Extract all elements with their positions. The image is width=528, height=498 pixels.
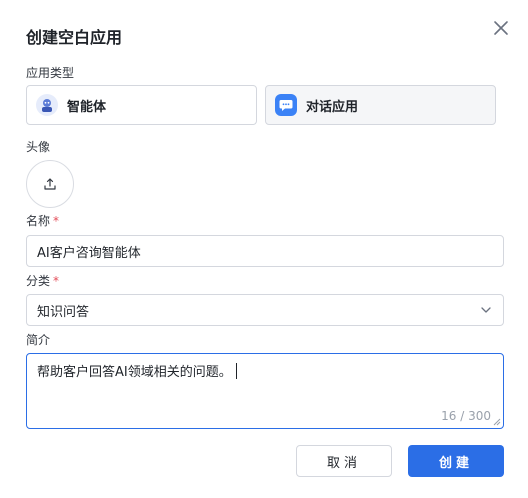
avatar-label: 头像 bbox=[26, 140, 51, 154]
robot-avatar-icon bbox=[36, 94, 58, 116]
required-mark: * bbox=[53, 214, 60, 228]
app-type-label: 应用类型 bbox=[26, 66, 75, 80]
name-input-value: AI客户咨询智能体 bbox=[37, 245, 141, 261]
intro-label: 简介 bbox=[26, 333, 51, 347]
app-type-option-chat[interactable]: 对话应用 bbox=[265, 85, 496, 125]
cancel-button[interactable]: 取消 bbox=[296, 445, 392, 477]
required-mark: * bbox=[53, 274, 60, 288]
category-select-value: 知识问答 bbox=[37, 304, 90, 320]
category-label-text: 分类 bbox=[26, 274, 51, 288]
upload-icon bbox=[44, 178, 56, 190]
close-icon[interactable] bbox=[490, 17, 512, 39]
dialog-title: 创建空白应用 bbox=[26, 28, 123, 47]
text-caret bbox=[235, 363, 237, 379]
create-button[interactable]: 创建 bbox=[408, 445, 504, 477]
create-app-dialog: 创建空白应用 应用类型 智能体 对话应用 头像 名称 * AI客户咨询智能体 分… bbox=[0, 0, 528, 498]
category-select[interactable]: 知识问答 bbox=[26, 294, 504, 326]
chevron-down-icon bbox=[481, 307, 491, 313]
intro-textarea-value: 帮助客户回答AI领域相关的问题。 bbox=[37, 365, 232, 380]
category-label: 分类 * bbox=[26, 272, 59, 289]
app-type-option-label: 智能体 bbox=[67, 99, 107, 115]
app-type-option-label: 对话应用 bbox=[306, 99, 359, 115]
char-counter: 16 / 300 bbox=[441, 409, 491, 423]
intro-textarea[interactable]: 帮助客户回答AI领域相关的问题。 16 / 300 bbox=[26, 353, 504, 429]
app-type-option-agent[interactable]: 智能体 bbox=[26, 85, 257, 125]
chat-bubble-icon bbox=[275, 94, 297, 116]
name-label-text: 名称 bbox=[26, 214, 51, 228]
resize-handle-icon[interactable] bbox=[493, 418, 501, 426]
name-input[interactable]: AI客户咨询智能体 bbox=[26, 235, 504, 267]
avatar-upload-button[interactable] bbox=[26, 160, 74, 208]
name-label: 名称 * bbox=[26, 212, 59, 229]
